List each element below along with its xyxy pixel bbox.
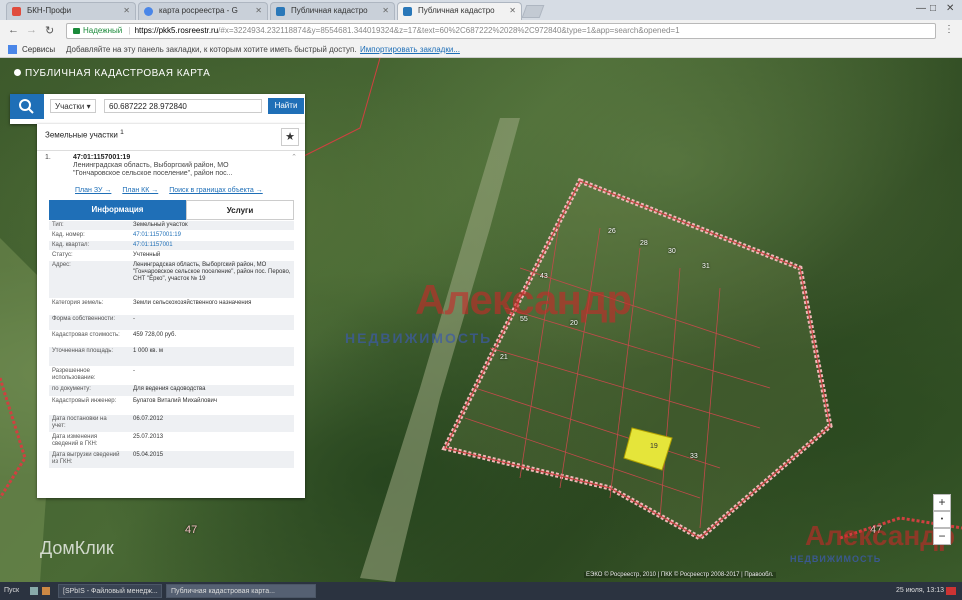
map-copyright: ЕЭКО © Росреестр, 2010 | ПКК © Росреестр… [584,572,776,578]
divider [37,150,305,151]
short-address: Ленинградская область, Выборгский район,… [73,162,233,177]
taskbar-browser[interactable]: Публичная кадастровая карта... [166,584,316,598]
search-icon[interactable] [10,94,44,119]
parcel-number: 30 [668,248,676,255]
address-bar-row: ← → ↻ Надежный | https://pkk5.rosreestr.r… [0,20,962,42]
search-panel: Участки ▾ 60.687222 28.972840 Найти [10,94,305,124]
attr-row: Дата постановки на учет: 06.07.2012 [49,415,294,433]
files-icon[interactable] [42,587,50,595]
attr-row: Категория земель: Земли сельскохозяйствен… [49,299,294,315]
close-tab-icon[interactable]: ✕ [509,6,516,15]
google-favicon-icon [144,7,153,16]
attr-row: Адрес: Ленинградская область, Выборгский … [49,261,294,299]
os-taskbar: Пуск [SPbIS - Файловый менедж... Публичн… [0,582,962,600]
cadastral-number: 47:01:1157001:19 [73,154,131,161]
quarter-number-label: 47 [185,524,198,536]
url-input[interactable]: Надежный | https://pkk5.rosreestr.ru/#x=3… [66,23,936,39]
plan-kk-link[interactable]: План КК → [122,187,158,194]
apps-grid-icon[interactable] [8,45,17,54]
close-window-icon[interactable]: ✕ [946,3,954,14]
attr-row: Дата выгрузки сведений из ГКН: 05.04.2015 [49,451,294,469]
back-arrow-icon[interactable]: ← [8,24,19,36]
info-tabs: Информация Услуги [49,200,294,220]
lock-icon [73,28,80,34]
watermark-brand: Александр [415,276,632,323]
desktop-icon[interactable] [30,587,38,595]
map-title: ПУБЛИЧНАЯ КАДАСТРОВАЯ КАРТА [14,68,210,79]
import-bookmarks-link[interactable]: Импортировать закладки... [360,42,460,57]
tab-services[interactable]: Услуги [186,200,294,220]
top-boundary [299,58,381,159]
browser-tab-1[interactable]: БКН-Профи ✕ [6,2,136,20]
logo-icon [14,69,21,76]
parcel-number: 19 [650,443,658,450]
rosreestr-favicon-icon [403,7,412,16]
site-favicon-icon [12,7,21,16]
watermark-sub: НЕДВИЖИМОСТЬ [790,554,882,564]
zoom-in-button[interactable]: + [933,494,951,511]
parcel-number: 31 [702,263,710,270]
attr-row: Кадастровый инженер: Булатов Виталий Миха… [49,397,294,415]
attr-row: Форма собственности: - [49,315,294,331]
zoom-level-button[interactable]: • [933,511,951,528]
maximize-icon[interactable]: □ [930,3,936,14]
plan-zu-link[interactable]: План ЗУ → [75,187,111,194]
bookmarks-hint: Добавляйте на эту панель закладки, к кот… [66,45,357,54]
menu-icon[interactable]: ⋮ [944,24,954,35]
results-header: Земельные участки 1 [45,129,124,140]
attr-row: Кад. квартал: 47:01:1157001 [49,241,294,251]
parcel-number: 33 [690,453,698,460]
browser-tab-3[interactable]: Публичная кадастро ✕ [270,2,395,20]
search-in-bounds-link[interactable]: Поиск в границах объекта → [169,187,263,194]
item-collapse-icon[interactable]: ⌃ [291,154,297,162]
attribute-table: Тип: Земельный участок Кад. номер: 47:01:1… [49,221,294,469]
new-tab-button[interactable] [521,5,545,18]
zoom-out-button[interactable]: − [933,528,951,545]
browser-tab-4-active[interactable]: Публичная кадастро ✕ [397,2,522,20]
start-button[interactable]: Пуск [4,582,19,600]
domclick-watermark: ДомКлик [40,538,114,558]
close-tab-icon[interactable]: ✕ [382,6,389,15]
search-type-select[interactable]: Участки ▾ [50,99,96,113]
find-button[interactable]: Найти [268,98,304,114]
attr-row: Тип: Земельный участок [49,221,294,231]
taskbar-file-manager[interactable]: [SPbIS - Файловый менедж... [58,584,162,598]
forward-arrow-icon[interactable]: → [26,24,37,36]
favorite-star-icon[interactable]: ★ [281,128,299,146]
attr-row: Статус: Учтенный [49,251,294,261]
attr-row: Кадастровая стоимость: 459 728,00 руб. [49,331,294,347]
clock: 25 июля, 13:13 [896,587,945,594]
minimize-icon[interactable]: — [916,3,926,14]
keyboard-layout-icon[interactable] [946,587,956,595]
bookmarks-bar: Сервисы Добавляйте на эту панель закладк… [0,42,962,58]
attr-row: по документу: Для ведения садоводства [49,385,294,397]
attr-row: Уточненная площадь: 1 000 кв. м [49,347,294,367]
parcel-number: 26 [608,228,616,235]
parcel-number: 28 [640,240,648,247]
attr-row: Кад. номер: 47:01:1157001:19 [49,231,294,241]
attr-row: Разрешенное использование: - [49,367,294,385]
close-tab-icon[interactable]: ✕ [255,6,262,15]
reload-icon[interactable]: ↻ [45,24,54,37]
tab-information[interactable]: Информация [49,200,186,220]
results-panel: Земельные участки 1 ★ 1. 47:01:1157001:1… [37,124,305,498]
attr-row: Дата изменения сведений в ГКН: 25.07.2013 [49,433,294,451]
search-input[interactable]: 60.687222 28.972840 [104,99,262,113]
cadastral-quarter-link[interactable]: 47:01:1157001 [133,242,291,249]
cadastral-number-link[interactable]: 47:01:1157001:19 [133,232,291,239]
close-tab-icon[interactable]: ✕ [123,6,130,15]
parcel-number: 21 [500,354,508,361]
watermark-sub: НЕДВИЖИМОСТЬ [345,330,493,346]
bookmark-services[interactable]: Сервисы [22,42,55,57]
rosreestr-favicon-icon [276,7,285,16]
browser-tab-2[interactable]: карта росреестра - G ✕ [138,2,268,20]
browser-tab-bar: БКН-Профи ✕ карта росреестра - G ✕ Публи… [0,0,962,20]
item-links: План ЗУ → План КК → Поиск в границах объ… [75,187,272,194]
